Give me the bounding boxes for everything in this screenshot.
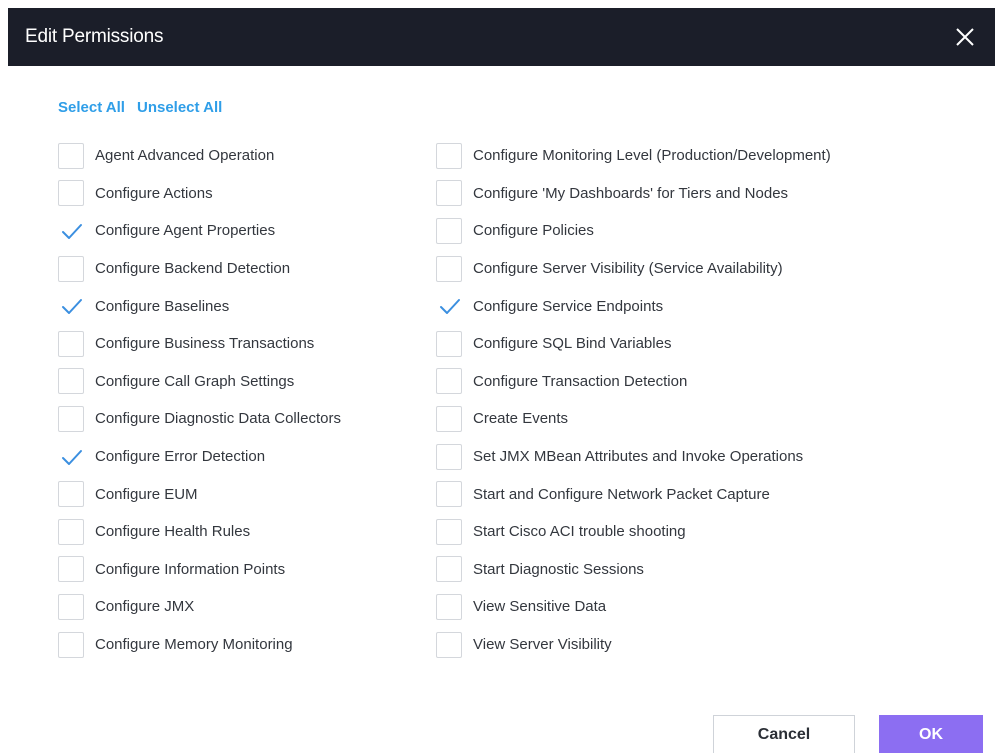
permission-item-configure-call-graph-settings[interactable]: Configure Call Graph Settings	[58, 363, 341, 401]
permission-item-configure-memory-monitoring[interactable]: Configure Memory Monitoring	[58, 626, 341, 664]
permission-label: Configure Policies	[473, 222, 594, 240]
checkmark-icon	[440, 299, 460, 315]
permission-label: Configure Transaction Detection	[473, 372, 688, 390]
permission-label: Configure Business Transactions	[95, 335, 315, 353]
permission-checkbox[interactable]	[58, 255, 84, 282]
permission-checkbox[interactable]	[58, 443, 84, 470]
permission-item-configure-backend-detection[interactable]: Configure Backend Detection	[58, 250, 341, 288]
permission-label: View Sensitive Data	[473, 598, 607, 616]
permission-checkbox[interactable]	[58, 293, 84, 320]
permission-checkbox[interactable]	[436, 368, 462, 395]
permission-label: Agent Advanced Operation	[95, 147, 275, 165]
permissions-column-right: Configure Monitoring Level (Production/D…	[436, 137, 831, 663]
permission-checkbox[interactable]	[436, 443, 462, 470]
permission-label: Configure SQL Bind Variables	[473, 335, 672, 353]
permission-item-configure-monitoring-level-production-development[interactable]: Configure Monitoring Level (Production/D…	[436, 137, 831, 175]
permission-item-configure-transaction-detection[interactable]: Configure Transaction Detection	[436, 363, 831, 401]
permission-checkbox[interactable]	[58, 593, 84, 620]
permission-item-view-server-visibility[interactable]: View Server Visibility	[436, 626, 831, 664]
permission-item-configure-actions[interactable]: Configure Actions	[58, 175, 341, 213]
permission-checkbox[interactable]	[436, 481, 462, 508]
dialog-title: Edit Permissions	[25, 26, 164, 47]
permission-checkbox[interactable]	[436, 180, 462, 207]
permission-checkbox[interactable]	[436, 593, 462, 620]
permission-label: Configure Backend Detection	[95, 260, 291, 278]
permission-label: Configure Agent Properties	[95, 222, 276, 240]
permission-item-configure-jmx[interactable]: Configure JMX	[58, 588, 341, 626]
permission-item-configure-server-visibility-service-availability[interactable]: Configure Server Visibility (Service Ava…	[436, 250, 831, 288]
permission-checkbox[interactable]	[58, 405, 84, 432]
permission-label: Configure Diagnostic Data Collectors	[95, 410, 341, 428]
permission-checkbox[interactable]	[58, 481, 84, 508]
permission-label: Configure 'My Dashboards' for Tiers and …	[473, 184, 789, 202]
checkmark-icon	[62, 449, 82, 465]
permission-item-view-sensitive-data[interactable]: View Sensitive Data	[436, 588, 831, 626]
permission-checkbox[interactable]	[436, 217, 462, 244]
permission-label: Start and Configure Network Packet Captu…	[473, 485, 770, 503]
permission-item-configure-diagnostic-data-collectors[interactable]: Configure Diagnostic Data Collectors	[58, 400, 341, 438]
selection-links: Select All Unselect All	[58, 99, 222, 116]
permission-label: Configure Monitoring Level (Production/D…	[473, 147, 831, 165]
permission-label: Configure Actions	[95, 184, 213, 202]
permission-checkbox[interactable]	[58, 180, 84, 207]
permission-checkbox[interactable]	[58, 518, 84, 545]
permission-label: Configure Memory Monitoring	[95, 636, 293, 654]
permission-label: Start Cisco ACI trouble shooting	[473, 523, 686, 541]
permissions-column-left: Agent Advanced Operation Configure Action…	[58, 137, 341, 663]
permission-item-configure-eum[interactable]: Configure EUM	[58, 475, 341, 513]
permission-checkbox[interactable]	[58, 631, 84, 658]
permission-checkbox[interactable]	[436, 330, 462, 357]
permission-label: Configure Information Points	[95, 560, 286, 578]
permission-label: Configure Baselines	[95, 297, 230, 315]
permission-item-configure-policies[interactable]: Configure Policies	[436, 212, 831, 250]
checkmark-icon	[62, 223, 82, 239]
permission-item-start-diagnostic-sessions[interactable]: Start Diagnostic Sessions	[436, 551, 831, 589]
permission-label: Configure Error Detection	[95, 448, 266, 466]
permission-item-configure-information-points[interactable]: Configure Information Points	[58, 551, 341, 589]
permission-label: Configure Call Graph Settings	[95, 372, 295, 390]
permission-checkbox[interactable]	[436, 631, 462, 658]
permission-item-configure-service-endpoints[interactable]: Configure Service Endpoints	[436, 287, 831, 325]
permission-checkbox[interactable]	[436, 405, 462, 432]
permission-item-configure-business-transactions[interactable]: Configure Business Transactions	[58, 325, 341, 363]
permission-item-start-cisco-aci-trouble-shooting[interactable]: Start Cisco ACI trouble shooting	[436, 513, 831, 551]
permission-item-configure-my-dashboards-for-tiers-and-nodes[interactable]: Configure 'My Dashboards' for Tiers and …	[436, 175, 831, 213]
checkmark-icon	[62, 299, 82, 315]
permission-item-configure-error-detection[interactable]: Configure Error Detection	[58, 438, 341, 476]
permission-checkbox[interactable]	[436, 556, 462, 583]
permission-checkbox[interactable]	[58, 217, 84, 244]
permission-label: Create Events	[473, 410, 569, 428]
permission-label: View Server Visibility	[473, 636, 612, 654]
permission-checkbox[interactable]	[436, 518, 462, 545]
permission-item-configure-sql-bind-variables[interactable]: Configure SQL Bind Variables	[436, 325, 831, 363]
permission-label: Configure EUM	[95, 485, 198, 503]
cancel-button[interactable]: Cancel	[713, 715, 855, 753]
permission-item-set-jmx-mbean-attributes-and-invoke-operations[interactable]: Set JMX MBean Attributes and Invoke Oper…	[436, 438, 831, 476]
permission-label: Set JMX MBean Attributes and Invoke Oper…	[473, 448, 804, 466]
edit-permissions-dialog: Edit Permissions Select All Unselect All…	[0, 0, 995, 753]
permission-item-create-events[interactable]: Create Events	[436, 400, 831, 438]
permission-label: Configure Server Visibility (Service Ava…	[473, 260, 783, 278]
close-icon[interactable]	[953, 25, 977, 49]
permission-checkbox[interactable]	[58, 330, 84, 357]
permission-item-configure-agent-properties[interactable]: Configure Agent Properties	[58, 212, 341, 250]
unselect-all-link[interactable]: Unselect All	[137, 99, 222, 116]
permission-item-start-and-configure-network-packet-capture[interactable]: Start and Configure Network Packet Captu…	[436, 475, 831, 513]
permission-item-agent-advanced-operation[interactable]: Agent Advanced Operation	[58, 137, 341, 175]
permission-item-configure-baselines[interactable]: Configure Baselines	[58, 287, 341, 325]
permission-label: Configure Health Rules	[95, 523, 251, 541]
dialog-titlebar: Edit Permissions	[8, 8, 995, 66]
permission-checkbox[interactable]	[58, 368, 84, 395]
permission-checkbox[interactable]	[58, 556, 84, 583]
select-all-link[interactable]: Select All	[58, 99, 125, 116]
ok-button[interactable]: OK	[879, 715, 983, 753]
permission-item-configure-health-rules[interactable]: Configure Health Rules	[58, 513, 341, 551]
permission-checkbox[interactable]	[436, 255, 462, 282]
permission-checkbox[interactable]	[436, 293, 462, 320]
permission-label: Configure JMX	[95, 598, 195, 616]
permission-label: Start Diagnostic Sessions	[473, 560, 644, 578]
permission-label: Configure Service Endpoints	[473, 297, 664, 315]
permission-checkbox[interactable]	[436, 142, 462, 169]
permission-checkbox[interactable]	[58, 142, 84, 169]
